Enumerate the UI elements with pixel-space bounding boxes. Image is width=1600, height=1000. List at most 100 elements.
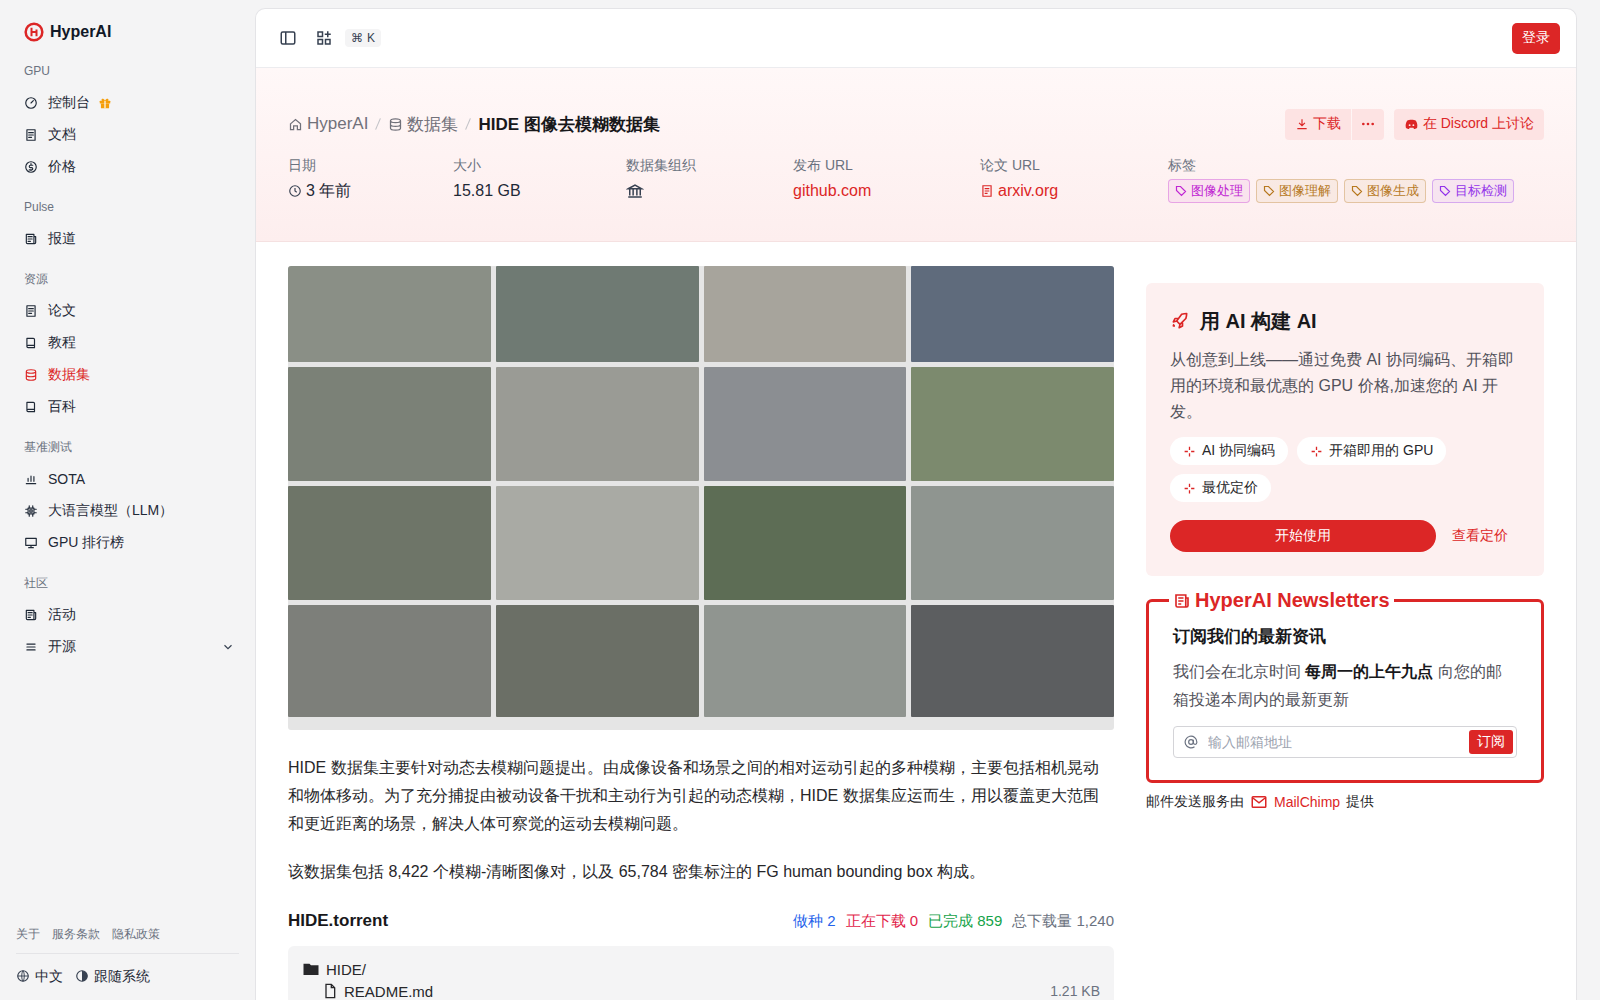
clock-icon	[288, 184, 302, 198]
file-row[interactable]: README.md1.21 KB	[302, 980, 1100, 1000]
tag-icon	[1175, 185, 1187, 197]
sidebar-footer: 关于服务条款隐私政策 中文 跟随系统	[24, 923, 239, 988]
sidebar-item[interactable]: 教程	[24, 327, 239, 359]
book-icon	[24, 400, 38, 414]
main-area: ⌘K 登录 HyperAI 数据集 HIDE 图像去模糊数据集 下载 在 Disc…	[255, 0, 1600, 1000]
dataset-preview-image	[288, 266, 1114, 730]
torrent-stat: 总下载量 1,240	[1012, 912, 1114, 931]
right-column: 用 AI 构建 AI从创意到上线——通过免费 AI 协同编码、开箱即用的环境和最…	[1146, 266, 1544, 1000]
tag[interactable]: 图像处理	[1168, 179, 1250, 203]
book-icon	[24, 336, 38, 350]
sidebar-section: 基准测试SOTA大语言模型（LLM）GPU 排行榜	[24, 431, 239, 559]
dataset-body: HIDE 数据集主要针对动态去模糊问题提出。由成像设备和场景之间的相对运动引起的…	[288, 266, 1114, 1000]
divider	[16, 953, 239, 954]
breadcrumb-item[interactable]: HyperAI	[288, 114, 368, 134]
database-icon	[24, 368, 38, 382]
meta-field: 论文 URLarxiv.org	[980, 154, 1168, 203]
search-shortcut[interactable]: ⌘K	[345, 29, 381, 47]
sidebar-item[interactable]: 报道	[24, 223, 239, 255]
meta-field: 大小15.81 GB	[453, 154, 626, 203]
tag[interactable]: 目标检测	[1432, 179, 1514, 203]
file-row[interactable]: HIDE/	[302, 958, 1100, 980]
apps-grid-icon[interactable]	[315, 29, 333, 47]
breadcrumb-item: HIDE 图像去模糊数据集	[478, 113, 659, 136]
download-button[interactable]: 下载	[1285, 109, 1351, 140]
rocket-icon	[1170, 311, 1190, 331]
top-bar: ⌘K 登录	[256, 9, 1576, 68]
feature-chip: 开箱即用的 GPU	[1297, 437, 1446, 465]
mail-provider: 邮件发送服务由MailChimp提供	[1146, 793, 1544, 811]
feature-icon	[1310, 445, 1323, 458]
bar-chart-icon	[24, 472, 38, 486]
sidebar-section: Pulse报道	[24, 191, 239, 255]
login-button[interactable]: 登录	[1512, 23, 1560, 54]
home-icon	[288, 117, 303, 132]
tags-field: 标签 图像处理 图像理解 图像生成 目标检测	[1168, 154, 1544, 203]
newspaper-icon	[1173, 592, 1191, 610]
price-icon	[24, 160, 38, 174]
meta-field: 发布 URLgithub.com	[793, 154, 980, 203]
start-button[interactable]: 开始使用	[1170, 520, 1436, 552]
tag[interactable]: 图像理解	[1256, 179, 1338, 203]
chevron-down-icon[interactable]	[221, 640, 235, 654]
section-title: Pulse	[24, 191, 239, 223]
sidebar-item[interactable]: GPU 排行榜	[24, 527, 239, 559]
logo[interactable]: HyperAI	[24, 16, 239, 47]
sidebar-item[interactable]: 价格	[24, 151, 239, 183]
feature-chip: 最优定价	[1170, 474, 1271, 502]
breadcrumb: HyperAI 数据集 HIDE 图像去模糊数据集	[288, 113, 1285, 136]
meta-field: 数据集组织	[626, 154, 793, 203]
language-switch[interactable]: 中文	[16, 964, 63, 988]
mailchimp-link[interactable]: MailChimp	[1274, 794, 1340, 810]
sidebar-toggle-icon[interactable]	[279, 29, 297, 47]
separator-icon	[374, 116, 382, 132]
sidebar-item[interactable]: 活动	[24, 599, 239, 631]
more-button[interactable]	[1352, 109, 1384, 140]
sidebar-item[interactable]: 百科	[24, 391, 239, 423]
document-icon	[24, 128, 38, 142]
content: HIDE 数据集主要针对动态去模糊问题提出。由成像设备和场景之间的相对运动引起的…	[256, 242, 1576, 1000]
email-field: 订阅	[1173, 726, 1517, 758]
section-title: 社区	[24, 567, 239, 599]
tag[interactable]: 图像生成	[1344, 179, 1426, 203]
torrent-stat: 已完成 859	[928, 912, 1002, 931]
folder-icon	[302, 960, 320, 978]
footer-link[interactable]: 服务条款	[52, 923, 100, 945]
tag-icon	[1263, 185, 1275, 197]
sidebar-item[interactable]: 开源	[24, 631, 239, 663]
sidebar-item[interactable]: 文档	[24, 119, 239, 151]
dataset-header: HyperAI 数据集 HIDE 图像去模糊数据集 下载 在 Discord 上…	[256, 68, 1576, 242]
gift-icon	[98, 96, 112, 110]
pricing-link[interactable]: 查看定价	[1452, 527, 1508, 545]
monitor-icon	[24, 536, 38, 550]
breadcrumb-item[interactable]: 数据集	[388, 113, 458, 136]
discord-button[interactable]: 在 Discord 上讨论	[1394, 109, 1544, 140]
sidebar-item[interactable]: 数据集	[24, 359, 239, 391]
sidebar-item[interactable]: 控制台	[24, 87, 239, 119]
email-input[interactable]	[1206, 733, 1461, 751]
newsletter-box: HyperAI Newsletters订阅我们的最新资讯我们会在北京时间 每周一…	[1146, 589, 1544, 783]
description-paragraph: 该数据集包括 8,422 个模糊-清晰图像对，以及 65,784 密集标注的 F…	[288, 858, 1114, 886]
tag-icon	[1439, 185, 1451, 197]
release-link[interactable]: github.com	[793, 180, 871, 202]
file-tree: HIDE/README.md1.21 KB	[288, 946, 1114, 1000]
footer-link[interactable]: 隐私政策	[112, 923, 160, 945]
sidebar-item[interactable]: 论文	[24, 295, 239, 327]
sidebar-item[interactable]: 大语言模型（LLM）	[24, 495, 239, 527]
feature-chip: AI 协同编码	[1170, 437, 1288, 465]
theme-switch[interactable]: 跟随系统	[75, 964, 150, 988]
feature-icon	[1183, 482, 1196, 495]
subscribe-button[interactable]: 订阅	[1469, 730, 1513, 754]
section-title: 资源	[24, 263, 239, 295]
separator-icon	[464, 116, 472, 132]
paper-link[interactable]: arxiv.org	[998, 180, 1058, 202]
description-paragraph: HIDE 数据集主要针对动态去模糊问题提出。由成像设备和场景之间的相对运动引起的…	[288, 754, 1114, 838]
database-icon	[388, 117, 403, 132]
file-icon	[322, 983, 338, 999]
newspaper-icon	[24, 232, 38, 246]
main-card: ⌘K 登录 HyperAI 数据集 HIDE 图像去模糊数据集 下载 在 Disc…	[255, 8, 1577, 1000]
footer-link[interactable]: 关于	[16, 923, 40, 945]
download-icon	[1295, 117, 1309, 131]
sidebar-item[interactable]: SOTA	[24, 463, 239, 495]
newspaper-icon	[24, 608, 38, 622]
